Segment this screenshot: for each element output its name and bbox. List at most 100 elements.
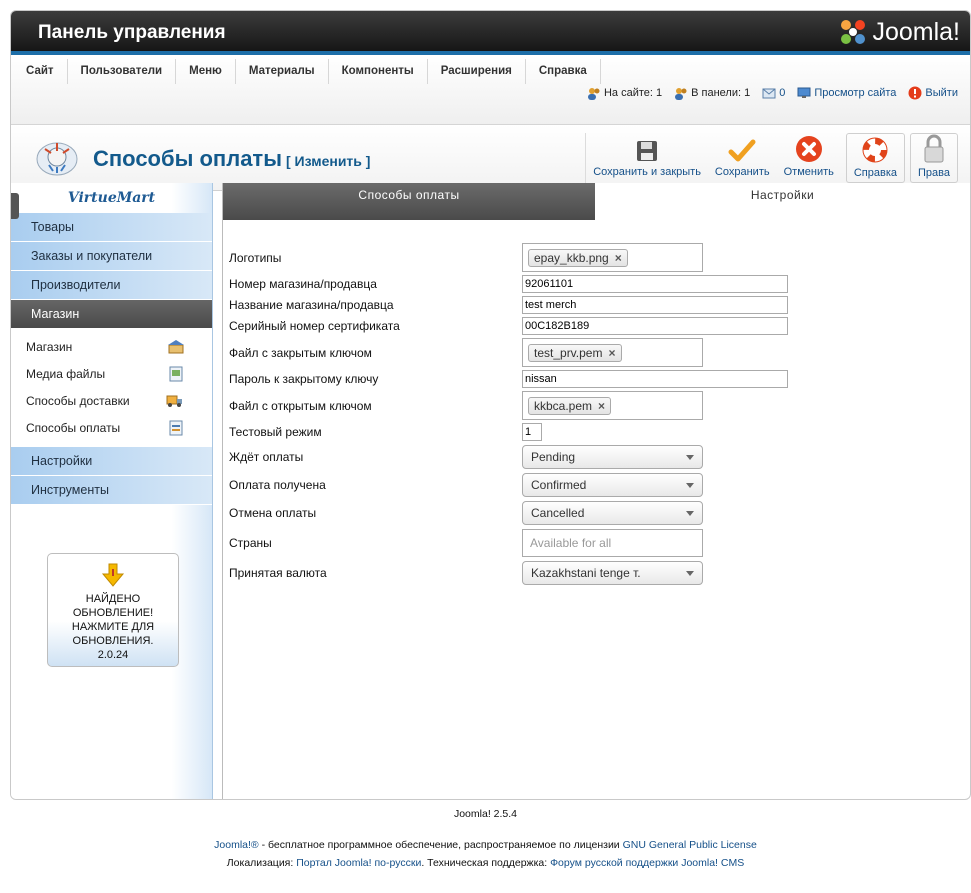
- support-forum-link[interactable]: Форум русской поддержки Joomla! CMS: [550, 857, 744, 869]
- test-mode-input[interactable]: [522, 423, 542, 441]
- footer-support: Локализация: Портал Joomla! по-русски. Т…: [226, 857, 745, 869]
- sidebar-settings[interactable]: Настройки: [11, 447, 212, 476]
- joomla-logo-text: Joomla!: [872, 17, 960, 46]
- shop-submenu: Магазин Медиа файлы Способы доставки Спо…: [11, 329, 212, 447]
- received-select[interactable]: Confirmed: [522, 473, 703, 497]
- joomla-logo: Joomla!: [838, 17, 960, 47]
- shop-number-input[interactable]: [522, 275, 788, 293]
- header: Панель управления Joomla!: [11, 11, 970, 55]
- localization-link[interactable]: Портал Joomla! по-русски: [296, 857, 421, 869]
- payment-methods-page-icon: [35, 137, 79, 180]
- admin-window: Панель управления Joomla! Сайт Пользоват…: [10, 10, 971, 800]
- lifebuoy-icon: [862, 137, 888, 163]
- cancel-icon: [795, 136, 822, 162]
- status-bar: На сайте: 1 В панели: 1 0 Просмотр сайта…: [587, 86, 958, 100]
- tabs: Способы оплаты Настройки: [223, 183, 970, 220]
- sub-item-shop[interactable]: Магазин: [11, 333, 212, 360]
- cancelled-select[interactable]: Cancelled: [522, 501, 703, 525]
- update-notice[interactable]: НАЙДЕНО ОБНОВЛЕНИЕ! НАЖМИТЕ ДЛЯ ОБНОВЛЕН…: [47, 553, 179, 667]
- sidebar-manufacturers[interactable]: Производители: [11, 271, 212, 300]
- page-title: Способы оплаты[ Изменить ]: [93, 146, 371, 171]
- menu-content[interactable]: Материалы: [236, 59, 329, 84]
- permissions-button[interactable]: Права: [910, 133, 958, 183]
- joomla-logo-icon: [841, 20, 866, 44]
- lock-icon: [924, 134, 944, 163]
- shop-name-input[interactable]: [522, 296, 788, 314]
- sub-item-payment[interactable]: Способы оплаты: [11, 414, 212, 441]
- menu-extensions[interactable]: Расширения: [428, 59, 526, 84]
- awaiting-select[interactable]: Pending: [522, 445, 703, 469]
- cert-serial-input[interactable]: [522, 317, 788, 335]
- footer-version: Joomla! 2.5.4: [453, 808, 518, 820]
- update-line-1: НАЙДЕНО: [85, 593, 141, 605]
- update-line-2: ОБНОВЛЕНИЕ!: [72, 607, 154, 619]
- virtuemart-sidebar: VirtueMart Товары Заказы и покупатели Пр…: [11, 183, 213, 799]
- logout-link[interactable]: Выйти: [908, 86, 958, 100]
- help-button[interactable]: Справка: [845, 133, 906, 183]
- truck-icon: [166, 395, 182, 407]
- menubar: Сайт Пользователи Меню Материалы Компоне…: [11, 55, 970, 125]
- logo-chip: epay_kkb.png ×: [528, 248, 628, 267]
- mail-icon: [762, 88, 776, 99]
- save-close-button[interactable]: Сохранить и закрыть: [585, 133, 708, 183]
- toolbar-buttons: Сохранить и закрыть Сохранить Отменить С…: [585, 133, 958, 183]
- menu-components[interactable]: Компоненты: [329, 59, 428, 84]
- save-button[interactable]: Сохранить: [708, 133, 777, 183]
- logout-icon: [908, 86, 922, 100]
- menu-site[interactable]: Сайт: [13, 59, 68, 84]
- tab-payment-methods[interactable]: Способы оплаты: [223, 183, 595, 220]
- currency-select[interactable]: Kazakhstani tenge т.: [522, 561, 703, 585]
- floppy-icon: [637, 141, 658, 161]
- checkmark-icon: [728, 139, 756, 162]
- countries-select[interactable]: Available for all: [522, 529, 703, 557]
- in-panel-status: В панели: 1: [674, 87, 750, 100]
- content-area: VirtueMart Товары Заказы и покупатели Пр…: [11, 183, 970, 799]
- shop-icon: [168, 339, 184, 353]
- on-site-status: На сайте: 1: [587, 87, 662, 100]
- users-icon: [587, 87, 600, 100]
- private-key-chip: test_prv.pem ×: [528, 343, 622, 362]
- menu-users[interactable]: Пользователи: [68, 59, 177, 84]
- admin-users-icon: [675, 87, 687, 100]
- private-key-password-input[interactable]: [522, 370, 788, 388]
- public-key-chip: kkbca.pem ×: [528, 396, 612, 415]
- footer-license: Joomla!® - бесплатное программное обеспе…: [214, 839, 757, 851]
- sidebar-collapse-handle[interactable]: [11, 193, 19, 219]
- toolbar: Способы оплаты[ Изменить ] Сохранить и з…: [11, 125, 970, 191]
- page-subtitle-edit: [ Изменить ]: [286, 153, 371, 169]
- monitor-icon: [797, 87, 811, 98]
- download-arrow-icon: [101, 563, 125, 587]
- menu-menus[interactable]: Меню: [176, 59, 236, 84]
- tab-settings[interactable]: Настройки: [595, 183, 970, 220]
- private-key-file-select[interactable]: test_prv.pem ×: [522, 338, 703, 367]
- main-panel: Способы оплаты Настройки Логотипы epay_k…: [222, 183, 970, 799]
- sidebar-products[interactable]: Товары: [11, 213, 212, 242]
- sidebar-shop[interactable]: Магазин: [11, 300, 212, 329]
- view-site-link[interactable]: Просмотр сайта: [797, 87, 896, 99]
- remove-chip-icon[interactable]: ×: [598, 399, 605, 413]
- sub-item-media[interactable]: Медиа файлы: [11, 360, 212, 387]
- chevron-down-icon: [686, 510, 694, 516]
- sidebar-tools[interactable]: Инструменты: [11, 476, 212, 505]
- chevron-down-icon: [686, 570, 694, 576]
- main-menu: Сайт Пользователи Меню Материалы Компоне…: [13, 59, 601, 84]
- public-key-file-select[interactable]: kkbca.pem ×: [522, 391, 703, 420]
- header-title: Панель управления: [38, 22, 226, 43]
- payment-icon: [169, 420, 183, 435]
- chevron-down-icon: [686, 454, 694, 460]
- messages-status[interactable]: 0: [762, 87, 785, 99]
- gpl-link[interactable]: GNU General Public License: [623, 839, 757, 851]
- update-line-3: НАЖМИТЕ ДЛЯ: [71, 621, 155, 633]
- remove-chip-icon[interactable]: ×: [615, 251, 622, 265]
- media-files-icon: [169, 366, 183, 381]
- joomla-link[interactable]: Joomla!®: [214, 839, 259, 851]
- menu-help[interactable]: Справка: [526, 59, 601, 84]
- remove-chip-icon[interactable]: ×: [608, 346, 615, 360]
- update-line-4: ОБНОВЛЕНИЯ.: [72, 635, 154, 647]
- virtuemart-logo: VirtueMart: [67, 190, 156, 206]
- chevron-down-icon: [686, 482, 694, 488]
- sidebar-orders[interactable]: Заказы и покупатели: [11, 242, 212, 271]
- cancel-button[interactable]: Отменить: [777, 133, 841, 183]
- sub-item-shipping[interactable]: Способы доставки: [11, 387, 212, 414]
- logos-select[interactable]: epay_kkb.png ×: [522, 243, 703, 272]
